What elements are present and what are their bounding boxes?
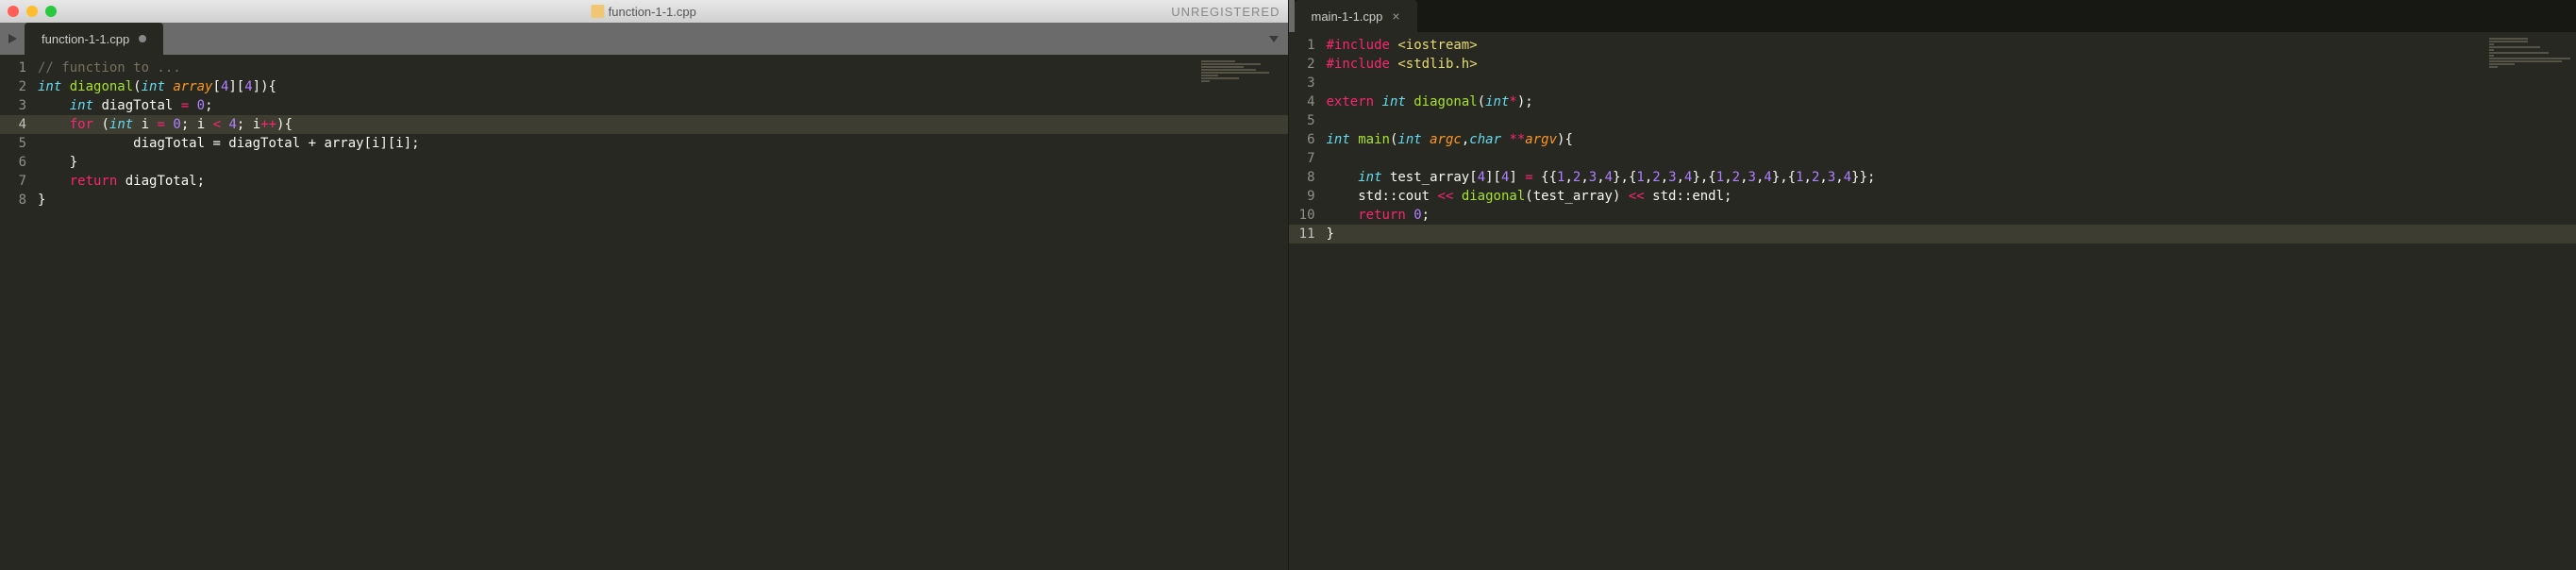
- unregistered-label: UNREGISTERED: [1171, 5, 1280, 19]
- line-number: 11: [1289, 225, 1327, 243]
- minimize-icon[interactable]: [26, 6, 38, 17]
- line-number: 6: [1289, 130, 1315, 149]
- line-number: 1: [1289, 36, 1315, 55]
- code-text: diagonal: [1462, 189, 1525, 204]
- tab-label: function-1-1.cpp: [42, 32, 129, 46]
- code-text: =: [181, 98, 189, 113]
- code-text: 0: [173, 117, 180, 132]
- code-text: test_array: [1533, 189, 1613, 204]
- code-text: diagonal: [1413, 94, 1477, 109]
- line-number: 2: [1289, 55, 1315, 74]
- code-text: char: [1469, 132, 1501, 147]
- right-pane: main-1-1.cpp × 1234567891011 #include <i…: [1289, 0, 2576, 570]
- code-text: 4: [228, 117, 236, 132]
- titlebar-filename-text: function-1-1.cpp: [609, 5, 696, 19]
- code-text: #include: [1327, 57, 1390, 72]
- code-text: main: [1358, 132, 1390, 147]
- code-text: diagTotal: [125, 174, 197, 189]
- tab-main-file[interactable]: main-1-1.cpp ×: [1295, 0, 1417, 32]
- code-text: ++: [260, 117, 276, 132]
- code-text: <: [213, 117, 221, 132]
- code-text: #include: [1327, 38, 1390, 53]
- editor-right[interactable]: 1234567891011 #include <iostream> #inclu…: [1289, 32, 2576, 570]
- tab-dropdown-icon[interactable]: [1260, 23, 1288, 55]
- code-text: return: [1358, 208, 1406, 223]
- play-icon[interactable]: [0, 23, 25, 55]
- code-text: }: [1327, 226, 1334, 242]
- code-text: int: [1397, 132, 1421, 147]
- line-number: 9: [1289, 187, 1315, 206]
- code-text: for: [70, 117, 93, 132]
- code-right[interactable]: #include <iostream> #include <stdlib.h> …: [1327, 36, 2576, 570]
- code-text: 0: [197, 98, 205, 113]
- line-number: 4: [0, 115, 38, 134]
- code-text: diagTotal: [101, 98, 173, 113]
- code-text: int: [109, 117, 133, 132]
- line-number: 8: [0, 191, 26, 210]
- close-tab-icon[interactable]: ×: [1392, 9, 1399, 23]
- code-text: test_array: [1390, 170, 1469, 185]
- code-text: 0: [1413, 208, 1421, 223]
- line-number: 5: [0, 134, 26, 153]
- code-left[interactable]: // function to ... int diagonal(int arra…: [38, 59, 1288, 570]
- code-text: // function to ...: [38, 60, 181, 75]
- code-text: int: [70, 98, 93, 113]
- line-number: 10: [1289, 206, 1315, 225]
- tab-bar-left: function-1-1.cpp: [0, 23, 1288, 55]
- line-number: 5: [1289, 111, 1315, 130]
- code-text: diagTotal = diagTotal + array[i][i];: [133, 136, 419, 151]
- file-icon: [592, 5, 605, 18]
- code-text: =: [1525, 170, 1532, 185]
- code-text: }: [38, 193, 45, 208]
- code-text: *: [1509, 94, 1516, 109]
- code-text: endl: [1692, 189, 1724, 204]
- line-number: 3: [0, 96, 26, 115]
- tab-bar-right: main-1-1.cpp ×: [1289, 0, 2576, 32]
- code-text: int: [1327, 132, 1350, 147]
- code-text: <iostream>: [1397, 38, 1477, 53]
- line-number: 6: [0, 153, 26, 172]
- code-text: extern: [1327, 94, 1375, 109]
- close-icon[interactable]: [8, 6, 19, 17]
- line-number: 2: [0, 77, 26, 96]
- line-number: 4: [1289, 92, 1315, 111]
- code-text: argv: [1525, 132, 1557, 147]
- code-text: return: [70, 174, 118, 189]
- code-text: diagonal: [70, 79, 133, 94]
- code-text: argc: [1430, 132, 1462, 147]
- line-number: 3: [1289, 74, 1315, 92]
- maximize-icon[interactable]: [45, 6, 57, 17]
- window-titlebar: function-1-1.cpp UNREGISTERED: [0, 0, 1288, 23]
- line-number: 7: [1289, 149, 1315, 168]
- line-number: 8: [1289, 168, 1315, 187]
- tab-function-file[interactable]: function-1-1.cpp: [25, 23, 163, 55]
- code-text: int: [1382, 94, 1406, 109]
- left-pane: function-1-1.cpp UNREGISTERED function-1…: [0, 0, 1289, 570]
- dirty-indicator-icon: [139, 35, 146, 42]
- tab-label: main-1-1.cpp: [1312, 9, 1383, 24]
- line-number: 7: [0, 172, 26, 191]
- traffic-lights: [8, 6, 57, 17]
- titlebar-filename: function-1-1.cpp: [592, 5, 696, 19]
- code-text: <stdlib.h>: [1397, 57, 1477, 72]
- gutter-left: 12345678: [0, 59, 38, 570]
- code-text: int: [1485, 94, 1509, 109]
- code-text: int: [142, 79, 165, 94]
- line-number: 1: [0, 59, 26, 77]
- code-text: int: [1358, 170, 1381, 185]
- code-text: array: [173, 79, 212, 94]
- code-text: }: [70, 155, 77, 170]
- editor-left[interactable]: 12345678 // function to ... int diagonal…: [0, 55, 1288, 570]
- code-text: int: [38, 79, 61, 94]
- gutter-right: 1234567891011: [1289, 36, 1327, 570]
